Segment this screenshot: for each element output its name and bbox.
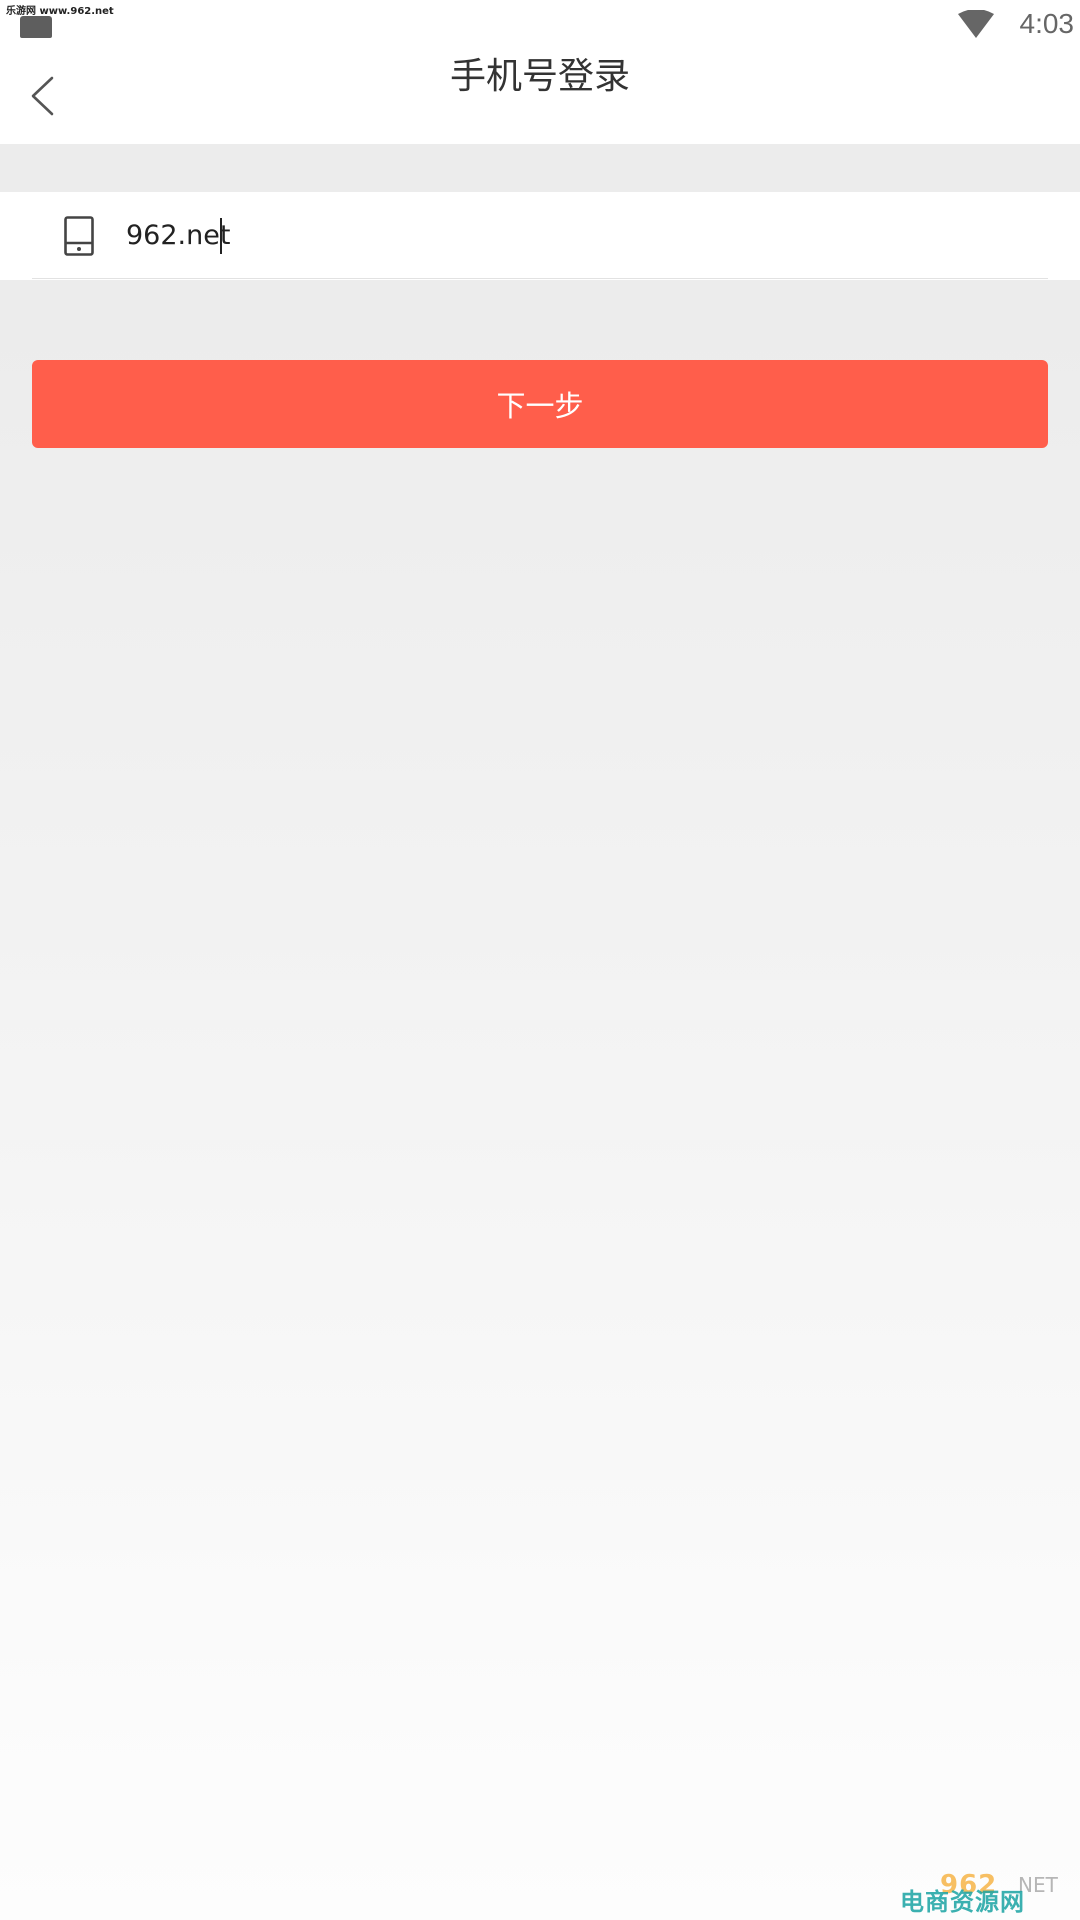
- input-divider: [32, 278, 1048, 279]
- watermark-site-name: 电商资源网: [900, 1888, 1025, 1916]
- wifi-icon: [958, 10, 994, 38]
- next-step-button[interactable]: 下一步: [32, 360, 1048, 448]
- back-button[interactable]: [20, 68, 64, 124]
- status-time: 4:03: [1019, 8, 1075, 39]
- status-bar: 乐游网 www.962.net 4:03: [0, 0, 1080, 48]
- phone-input-row: [0, 192, 1080, 280]
- phone-icon: [64, 216, 94, 256]
- phone-number-input[interactable]: [126, 206, 1026, 266]
- notification-icon: [20, 16, 52, 38]
- text-cursor: [220, 218, 222, 254]
- back-chevron-icon: [31, 76, 54, 116]
- app-header: 手机号登录: [0, 48, 1080, 144]
- watermark-text: 乐游网 www.962.net: [6, 6, 114, 17]
- page-title: 手机号登录: [449, 56, 630, 97]
- watermark-logo: 962 NET 电商资源网: [900, 1870, 1076, 1916]
